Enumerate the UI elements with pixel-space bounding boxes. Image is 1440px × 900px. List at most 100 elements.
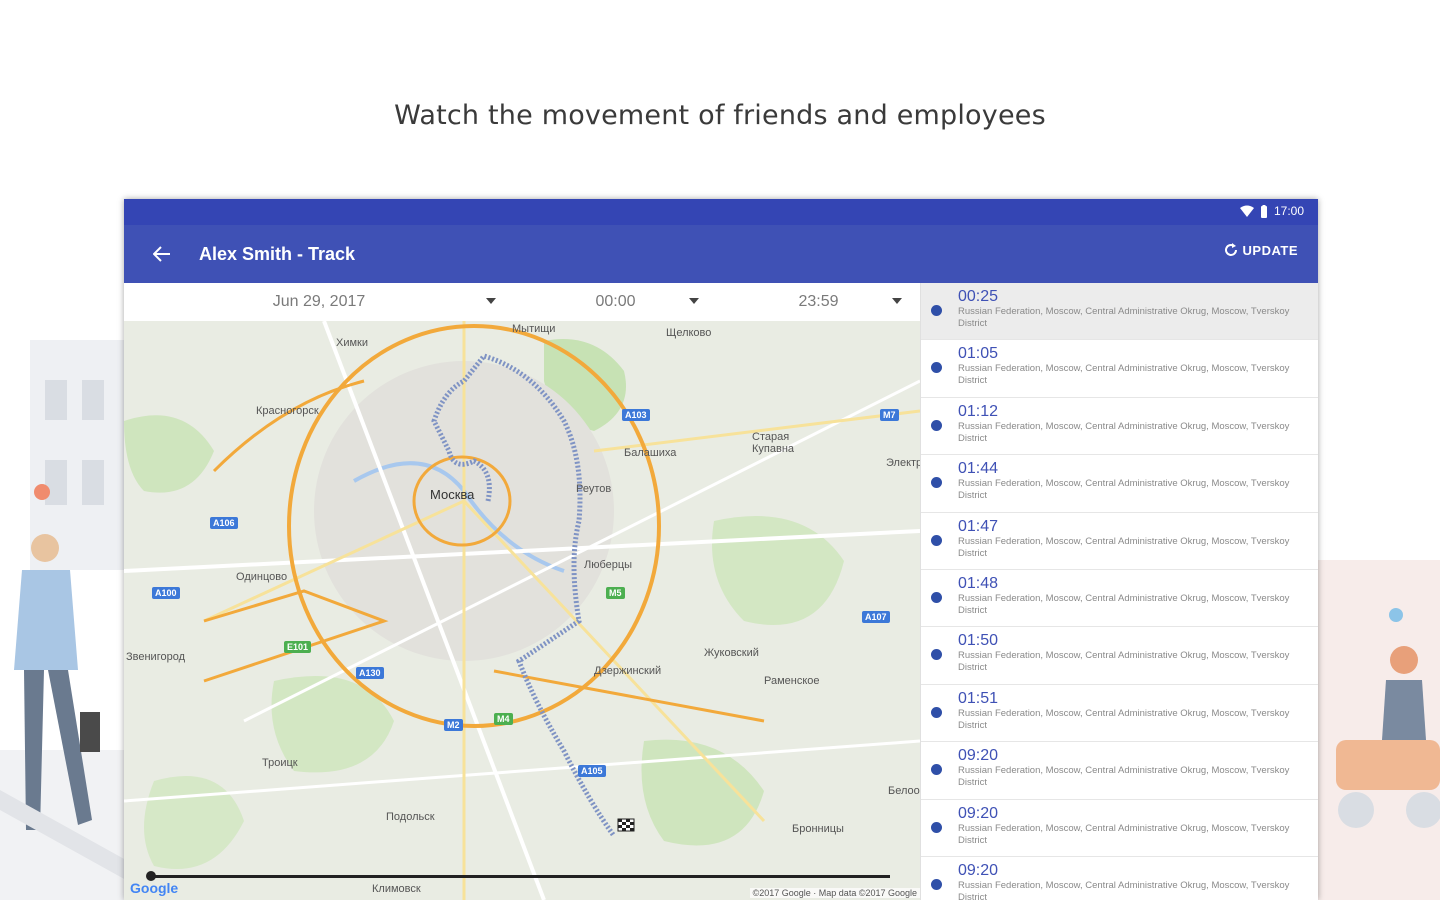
track-point-time: 09:20 (958, 804, 999, 822)
location-dot-icon (931, 649, 942, 661)
track-point-item[interactable]: 00:25 Russian Federation, Moscow, Central… (921, 283, 1318, 341)
track-point-time: 01:12 (958, 402, 999, 420)
track-point-item[interactable]: 01:50 Russian Federation, Moscow, Central… (921, 627, 1318, 685)
arrow-left-icon (153, 246, 170, 262)
track-point-item[interactable]: 01:47 Russian Federation, Moscow, Central… (921, 513, 1318, 570)
map-label-reutov: Реутов (576, 483, 612, 495)
update-button[interactable]: UPDATE (1223, 242, 1298, 258)
update-label: UPDATE (1242, 242, 1298, 258)
track-point-address: Russian Federation, Moscow, Central Admi… (958, 707, 1290, 731)
map-label-belyye: Белоозерский (888, 785, 920, 797)
map-attribution: ©2017 Google · Map data ©2017 Google (749, 888, 920, 898)
track-map[interactable]: Мытищи Химки Щелково Красногорск Москва … (124, 321, 920, 900)
map-label-zhukovsky: Жуковский (704, 647, 759, 659)
track-point-item[interactable]: 01:48 Russian Federation, Moscow, Central… (921, 570, 1318, 628)
time-from-selector[interactable]: 00:00 (514, 283, 717, 321)
track-point-item[interactable]: 01:05 Russian Federation, Moscow, Central… (921, 340, 1318, 398)
map-label-krasnogorsk: Красногорск (256, 405, 319, 417)
road-shield: M4 (494, 713, 513, 725)
track-point-item[interactable]: 09:20 Russian Federation, Moscow, Central… (921, 800, 1318, 857)
status-bar: 17:00 (124, 199, 1318, 225)
track-point-time: 01:48 (958, 574, 999, 592)
track-point-address: Russian Federation, Moscow, Central Admi… (958, 822, 1290, 846)
delivery-illustration-right (1316, 520, 1440, 900)
track-point-address: Russian Federation, Moscow, Central Admi… (958, 765, 1290, 789)
refresh-icon (1224, 243, 1237, 256)
map-label-troitsk: Троицк (262, 757, 298, 769)
track-point-address: Russian Federation, Moscow, Central Admi… (958, 306, 1290, 329)
track-point-time: 01:47 (958, 517, 999, 535)
track-point-item[interactable]: 01:44 Russian Federation, Moscow, Central… (921, 455, 1318, 513)
map-label-balashikha: Балашиха (624, 447, 677, 459)
caret-down-icon (486, 298, 496, 304)
track-filters: Jun 29, 2017 00:00 23:59 (124, 283, 920, 321)
road-shield: M5 (606, 587, 625, 599)
promo-headline: Watch the movement of friends and employ… (394, 100, 1046, 131)
date-selector[interactable]: Jun 29, 2017 (124, 283, 514, 321)
location-dot-icon (931, 362, 942, 374)
track-point-item[interactable]: 09:20 Russian Federation, Moscow, Central… (921, 742, 1318, 800)
date-value: Jun 29, 2017 (272, 293, 366, 310)
time-to-value: 23:59 (798, 293, 839, 310)
track-point-item[interactable]: 09:20 Russian Federation, Moscow, Central… (921, 857, 1318, 900)
track-point-time: 09:20 (958, 861, 999, 879)
track-point-time: 01:44 (958, 460, 999, 478)
location-dot-icon (931, 477, 942, 489)
road-shield: A107 (862, 611, 890, 623)
track-point-address: Russian Federation, Moscow, Central Admi… (958, 420, 1290, 444)
track-point-time: 01:51 (958, 689, 999, 707)
road-shield: M2 (444, 719, 463, 731)
track-point-address: Russian Federation, Moscow, Central Admi… (958, 478, 1290, 502)
road-shield: A130 (356, 667, 384, 679)
map-label-khimki: Химки (336, 337, 369, 349)
map-label-odintsovo: Одинцово (236, 571, 288, 583)
status-indicators: 17:00 (1239, 204, 1304, 218)
location-dot-icon (931, 764, 942, 776)
map-label-zvenigorod: Звенигород (126, 651, 186, 663)
map-label-elektrougli: Электроугли (886, 457, 920, 469)
road-shield: A100 (152, 587, 180, 599)
back-button[interactable] (148, 240, 176, 268)
track-point-address: Russian Federation, Moscow, Central Admi… (958, 879, 1290, 900)
app-toolbar: Alex Smith - Track UPDATE (124, 225, 1318, 283)
track-point-address: Russian Federation, Moscow, Central Admi… (958, 535, 1290, 559)
track-point-time: 00:25 (958, 288, 999, 305)
road-shield: M7 (880, 409, 899, 421)
status-time: 17:00 (1273, 204, 1304, 218)
screenshot-page: Watch the movement of friends and employ… (0, 0, 1440, 900)
screen-title: Alex Smith - Track (199, 244, 356, 264)
google-logo: Google (130, 880, 179, 896)
location-dot-icon (931, 305, 942, 316)
caret-down-icon (892, 298, 902, 304)
map-label-ramenskoye: Раменское (764, 675, 820, 687)
map-label-shchelkovo: Щелково (666, 327, 712, 339)
location-dot-icon (931, 706, 942, 718)
map-label-bronnitsy: Бронницы (792, 823, 844, 835)
track-point-address: Russian Federation, Moscow, Central Admi… (958, 592, 1290, 616)
tablet-screen: 17:00 Alex Smith - Track UPDATE Jun 29, … (124, 199, 1318, 900)
map-label-klimovsk: Климовск (372, 883, 421, 895)
road-shield: A106 (210, 517, 238, 529)
map-canvas (124, 321, 920, 900)
location-dot-icon (931, 419, 942, 431)
track-point-time: 01:50 (958, 632, 999, 650)
time-from-value: 00:00 (595, 293, 636, 310)
road-shield: A105 (578, 765, 606, 777)
track-point-item[interactable]: 01:51 Russian Federation, Moscow, Central… (921, 685, 1318, 743)
map-label-lyubertsy: Люберцы (584, 559, 633, 571)
location-dot-icon (931, 821, 942, 833)
map-label-kupavna: Старая Купавна (752, 431, 795, 455)
track-point-item[interactable]: 01:12 Russian Federation, Moscow, Central… (921, 398, 1318, 456)
map-label-dzerzhinsky: Дзержинский (594, 665, 662, 677)
map-label-mytishchi: Мытищи (512, 323, 556, 335)
track-point-time: 09:20 (958, 747, 999, 765)
wifi-icon (1239, 205, 1254, 217)
road-shield: E101 (284, 641, 312, 653)
time-to-selector[interactable]: 23:59 (717, 283, 920, 321)
track-points-list: 00:25 Russian Federation, Moscow, Central… (920, 283, 1318, 900)
battery-icon (1260, 204, 1267, 218)
road-shield: A103 (622, 409, 650, 421)
track-point-address: Russian Federation, Moscow, Central Admi… (958, 650, 1290, 674)
map-label-podolsk: Подольск (386, 811, 435, 823)
track-point-time: 01:05 (958, 345, 999, 363)
